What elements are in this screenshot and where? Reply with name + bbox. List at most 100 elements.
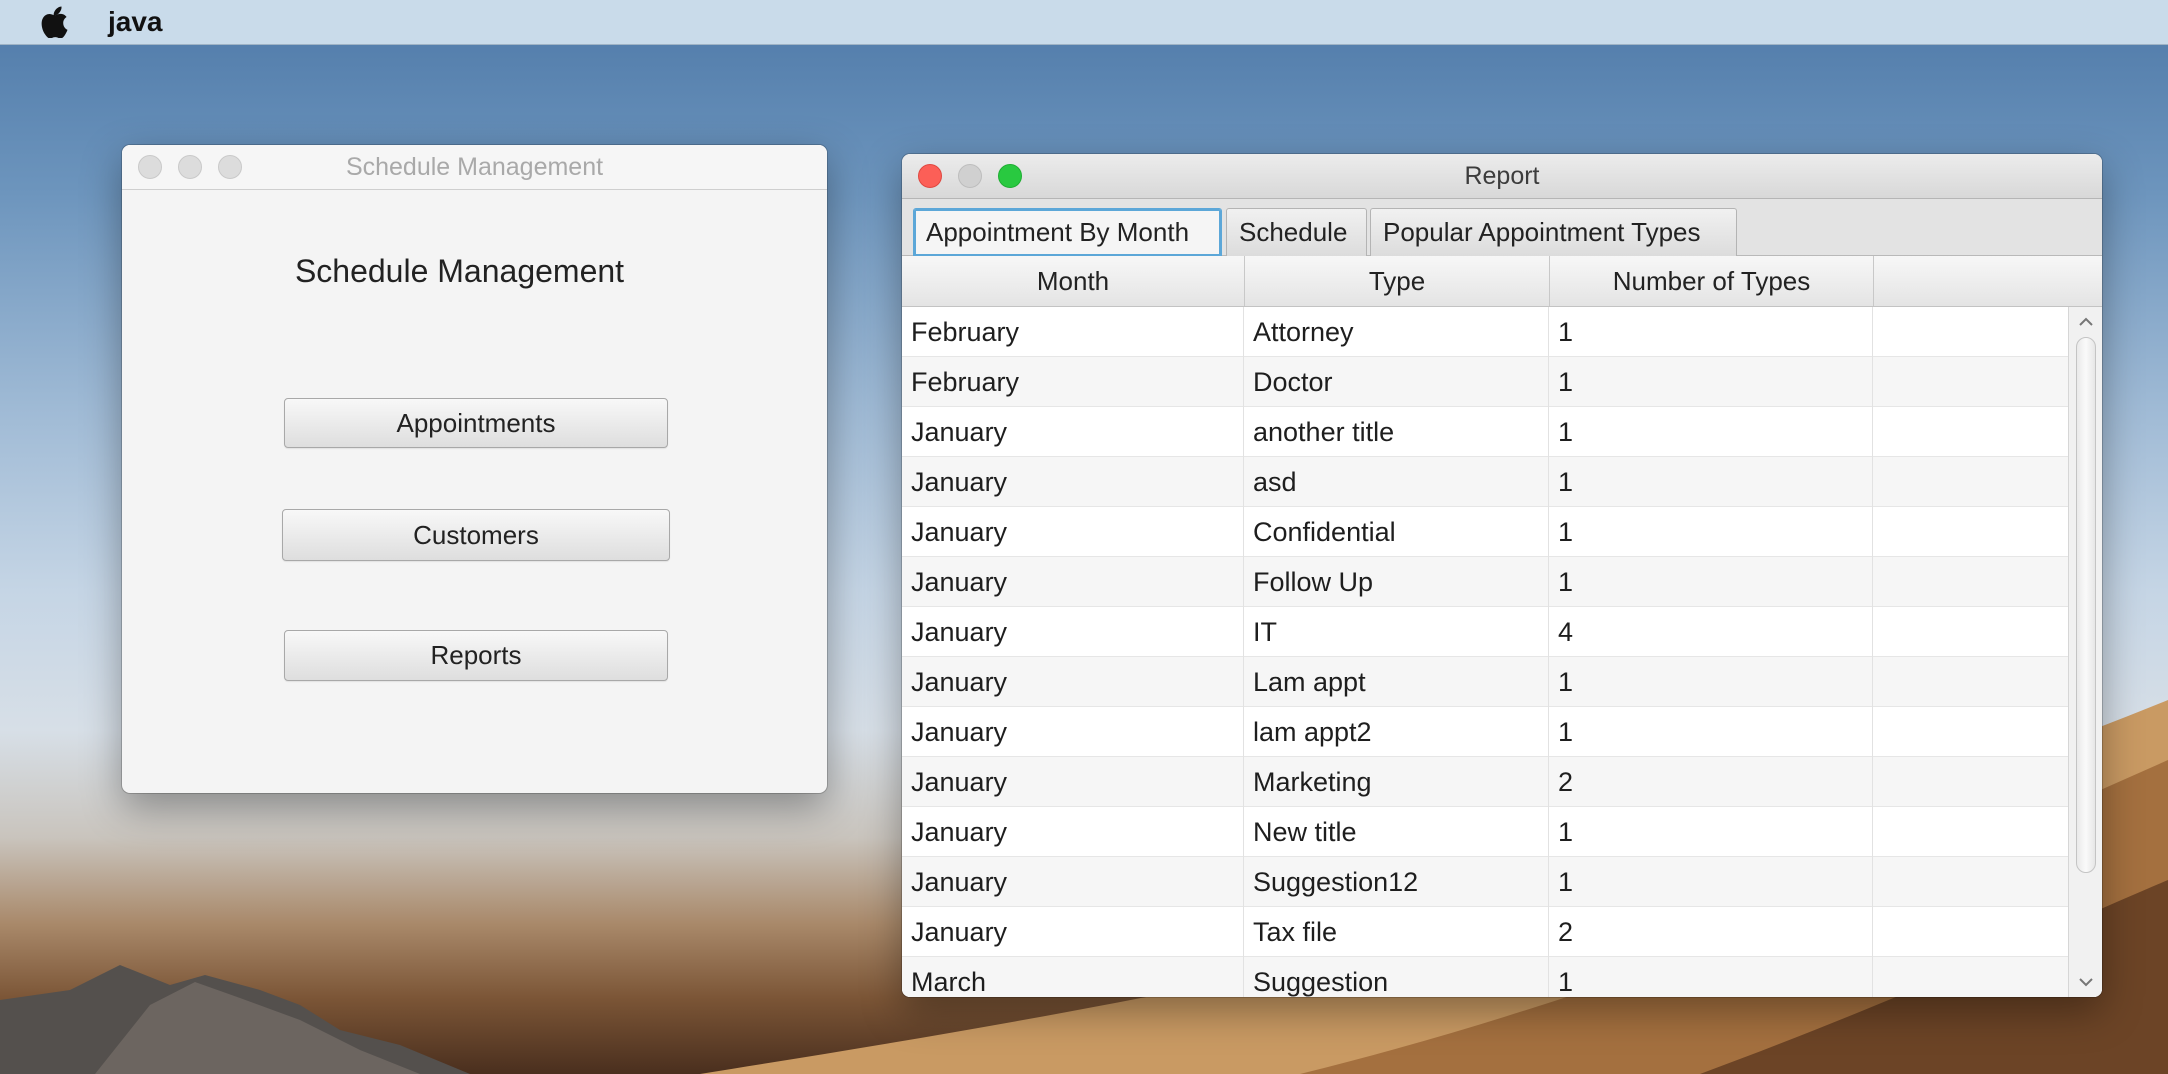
appointments-button[interactable]: Appointments bbox=[284, 398, 668, 448]
cell-type: Tax file bbox=[1244, 907, 1549, 957]
cell-type: asd bbox=[1244, 457, 1549, 507]
table-row[interactable]: January New title 1 bbox=[902, 807, 2068, 857]
cell-type: Confidential bbox=[1244, 507, 1549, 557]
column-header-filler bbox=[1874, 256, 2102, 306]
cell-month: January bbox=[902, 857, 1244, 907]
cell-month: March bbox=[902, 957, 1244, 997]
cell-filler bbox=[1873, 807, 2068, 857]
column-header-number-of-types[interactable]: Number of Types bbox=[1550, 256, 1874, 306]
table-row[interactable]: January another title 1 bbox=[902, 407, 2068, 457]
scrollbar-thumb[interactable] bbox=[2076, 337, 2096, 873]
cell-month: January bbox=[902, 457, 1244, 507]
cell-number-of-types: 1 bbox=[1549, 957, 1873, 997]
cell-month: January bbox=[902, 757, 1244, 807]
cell-month: January bbox=[902, 407, 1244, 457]
cell-type: IT bbox=[1244, 607, 1549, 657]
window-title: Schedule Management bbox=[345, 152, 604, 181]
window-titlebar[interactable]: Report bbox=[902, 154, 2102, 199]
window-title: Report bbox=[1464, 161, 1540, 190]
cell-number-of-types: 1 bbox=[1549, 657, 1873, 707]
cell-type: another title bbox=[1244, 407, 1549, 457]
zoom-window-button[interactable] bbox=[218, 155, 242, 179]
cell-filler bbox=[1873, 557, 2068, 607]
table-row[interactable]: January lam appt2 1 bbox=[902, 707, 2068, 757]
cell-number-of-types: 1 bbox=[1549, 707, 1873, 757]
cell-number-of-types: 1 bbox=[1549, 407, 1873, 457]
table-row[interactable]: January Lam appt 1 bbox=[902, 657, 2068, 707]
column-header-type[interactable]: Type bbox=[1245, 256, 1550, 306]
cell-number-of-types: 2 bbox=[1549, 757, 1873, 807]
cell-filler bbox=[1873, 307, 2068, 357]
table-row[interactable]: January Marketing 2 bbox=[902, 757, 2068, 807]
cell-type: Follow Up bbox=[1244, 557, 1549, 607]
cell-month: January bbox=[902, 807, 1244, 857]
cell-filler bbox=[1873, 607, 2068, 657]
tab-bar: Appointment By Month Schedule Popular Ap… bbox=[902, 199, 2102, 256]
table-row[interactable]: January Suggestion12 1 bbox=[902, 857, 2068, 907]
cell-number-of-types: 1 bbox=[1549, 807, 1873, 857]
close-window-button[interactable] bbox=[138, 155, 162, 179]
scroll-down-arrow-icon[interactable] bbox=[2069, 969, 2102, 995]
tab-schedule[interactable]: Schedule bbox=[1226, 208, 1367, 256]
cell-type: Suggestion12 bbox=[1244, 857, 1549, 907]
minimize-window-button[interactable] bbox=[958, 164, 982, 188]
cell-month: January bbox=[902, 607, 1244, 657]
cell-month: January bbox=[902, 657, 1244, 707]
cell-filler bbox=[1873, 857, 2068, 907]
cell-month: January bbox=[902, 707, 1244, 757]
cell-type: Marketing bbox=[1244, 757, 1549, 807]
cell-month: January bbox=[902, 907, 1244, 957]
zoom-window-button[interactable] bbox=[998, 164, 1022, 188]
minimize-window-button[interactable] bbox=[178, 155, 202, 179]
cell-number-of-types: 1 bbox=[1549, 857, 1873, 907]
app-name[interactable]: java bbox=[108, 6, 163, 38]
vertical-scrollbar[interactable] bbox=[2068, 307, 2102, 997]
cell-type: Suggestion bbox=[1244, 957, 1549, 997]
cell-filler bbox=[1873, 707, 2068, 757]
cell-type: Lam appt bbox=[1244, 657, 1549, 707]
table-body: February Attorney 1 February Doctor 1 January a… bbox=[902, 307, 2068, 997]
cell-type: Doctor bbox=[1244, 357, 1549, 407]
cell-month: February bbox=[902, 307, 1244, 357]
column-header-month[interactable]: Month bbox=[902, 256, 1245, 306]
cell-month: January bbox=[902, 507, 1244, 557]
table-row[interactable]: February Attorney 1 bbox=[902, 307, 2068, 357]
table-row[interactable]: January Confidential 1 bbox=[902, 507, 2068, 557]
reports-button[interactable]: Reports bbox=[284, 630, 668, 681]
tab-popular-appointment-types[interactable]: Popular Appointment Types bbox=[1370, 208, 1737, 256]
cell-number-of-types: 1 bbox=[1549, 557, 1873, 607]
scroll-up-arrow-icon[interactable] bbox=[2069, 309, 2102, 335]
cell-month: February bbox=[902, 357, 1244, 407]
report-table: Month Type Number of Types February Attor… bbox=[902, 256, 2102, 997]
cell-type: New title bbox=[1244, 807, 1549, 857]
cell-filler bbox=[1873, 407, 2068, 457]
table-row[interactable]: March Suggestion 1 bbox=[902, 957, 2068, 997]
tab-appointment-by-month[interactable]: Appointment By Month bbox=[913, 208, 1222, 256]
cell-number-of-types: 2 bbox=[1549, 907, 1873, 957]
cell-type: lam appt2 bbox=[1244, 707, 1549, 757]
cell-number-of-types: 1 bbox=[1549, 457, 1873, 507]
table-row[interactable]: January IT 4 bbox=[902, 607, 2068, 657]
cell-filler bbox=[1873, 457, 2068, 507]
close-window-button[interactable] bbox=[918, 164, 942, 188]
cell-number-of-types: 4 bbox=[1549, 607, 1873, 657]
cell-filler bbox=[1873, 907, 2068, 957]
report-window: Report Appointment By Month Schedule Pop… bbox=[902, 154, 2102, 997]
customers-button[interactable]: Customers bbox=[282, 509, 670, 561]
apple-icon[interactable] bbox=[40, 5, 70, 39]
window-titlebar[interactable]: Schedule Management bbox=[122, 145, 827, 190]
schedule-management-window: Schedule Management Schedule Management … bbox=[122, 145, 827, 793]
cell-filler bbox=[1873, 657, 2068, 707]
cell-type: Attorney bbox=[1244, 307, 1549, 357]
cell-filler bbox=[1873, 357, 2068, 407]
table-header: Month Type Number of Types bbox=[902, 256, 2102, 307]
cell-filler bbox=[1873, 757, 2068, 807]
table-row[interactable]: January asd 1 bbox=[902, 457, 2068, 507]
cell-filler bbox=[1873, 507, 2068, 557]
table-row[interactable]: February Doctor 1 bbox=[902, 357, 2068, 407]
page-title: Schedule Management bbox=[294, 253, 625, 289]
cell-number-of-types: 1 bbox=[1549, 507, 1873, 557]
table-row[interactable]: January Follow Up 1 bbox=[902, 557, 2068, 607]
cell-number-of-types: 1 bbox=[1549, 307, 1873, 357]
table-row[interactable]: January Tax file 2 bbox=[902, 907, 2068, 957]
